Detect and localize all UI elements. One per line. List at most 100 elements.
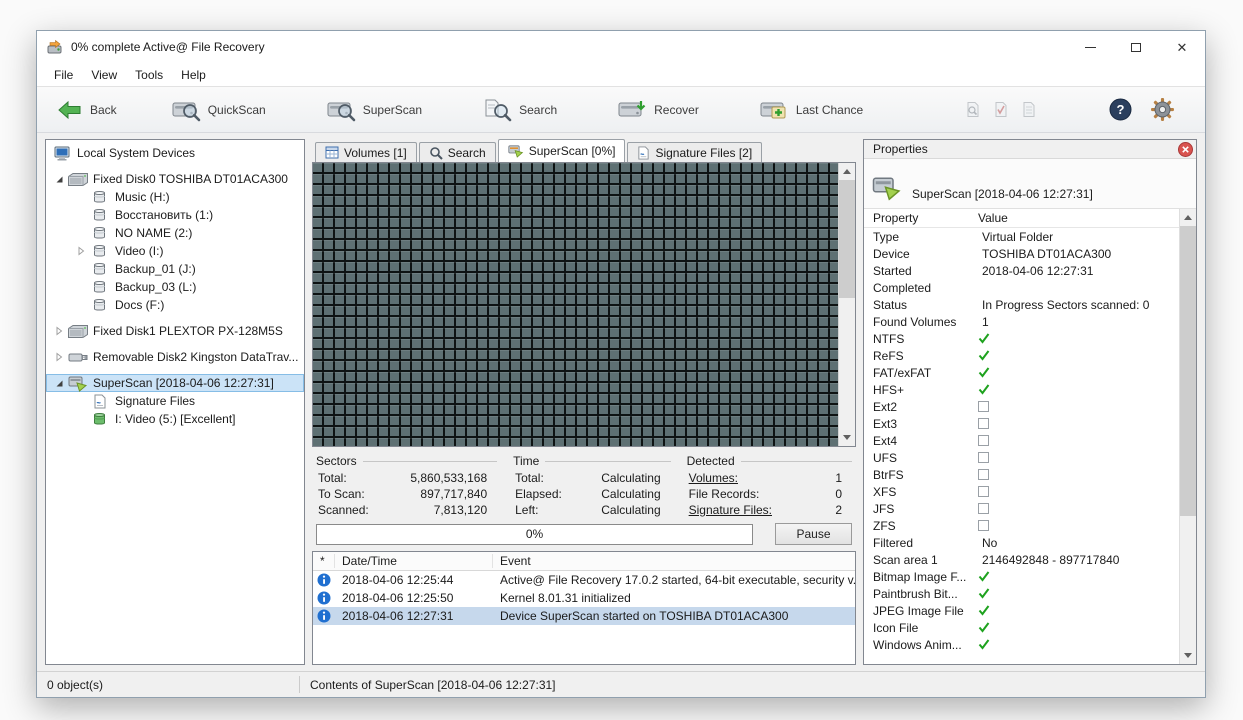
menu-file[interactable]: File	[45, 65, 82, 85]
property-row[interactable]: ZFS	[864, 517, 1179, 534]
checked-icon	[978, 350, 990, 361]
property-row[interactable]: Filtered No	[864, 534, 1179, 551]
tree-item-signature-files[interactable]: Signature Files	[46, 392, 304, 410]
tree-item-music[interactable]: Music (H:)	[46, 188, 304, 206]
close-button[interactable]: ✕	[1159, 31, 1205, 63]
title-bar[interactable]: 0% complete Active@ File Recovery ✕	[37, 31, 1205, 63]
expander-expanded-icon[interactable]	[52, 378, 66, 388]
recover-button[interactable]: Recover	[611, 95, 705, 125]
tree-item-fixed-disk0[interactable]: Fixed Disk0 TOSHIBA DT01ACA300	[46, 170, 304, 188]
log-header-severity[interactable]: *	[313, 554, 335, 568]
tree-item-local-system-devices[interactable]: Local System Devices	[46, 144, 304, 162]
help-button[interactable]: ?	[1109, 98, 1132, 121]
property-row[interactable]: Windows Anim...	[864, 636, 1179, 653]
tree-item-superscan[interactable]: SuperScan [2018-04-06 12:27:31]	[46, 374, 304, 392]
property-row[interactable]: Device TOSHIBA DT01ACA300	[864, 245, 1179, 262]
property-row[interactable]: Ext4	[864, 432, 1179, 449]
scroll-thumb[interactable]	[1180, 226, 1196, 516]
minimize-button[interactable]	[1067, 31, 1113, 63]
property-row[interactable]: Paintbrush Bit...	[864, 585, 1179, 602]
tree-item-label: Fixed Disk0 TOSHIBA DT01ACA300	[89, 171, 292, 187]
property-row[interactable]: XFS	[864, 483, 1179, 500]
menu-tools[interactable]: Tools	[126, 65, 172, 85]
stat-label[interactable]: Signature Files:	[689, 502, 772, 518]
log-row[interactable]: 2018-04-06 12:27:31 Device SuperScan sta…	[313, 607, 855, 625]
tree-item-video[interactable]: Video (I:)	[46, 242, 304, 260]
search-button[interactable]: Search	[476, 95, 563, 125]
property-row[interactable]: Started 2018-04-06 12:27:31	[864, 262, 1179, 279]
tree-item-backup-01[interactable]: Backup_01 (J:)	[46, 260, 304, 278]
property-row[interactable]: Status In Progress Sectors scanned: 0	[864, 296, 1179, 313]
log-row[interactable]: 2018-04-06 12:25:50 Kernel 8.01.31 initi…	[313, 589, 855, 607]
maximize-button[interactable]	[1113, 31, 1159, 63]
property-row[interactable]: Bitmap Image F...	[864, 568, 1179, 585]
tree-item-removable-disk2[interactable]: Removable Disk2 Kingston DataTrav...	[46, 348, 304, 366]
volume-icon	[88, 262, 111, 276]
scroll-down-icon[interactable]	[839, 429, 855, 446]
quickscan-button[interactable]: QuickScan	[165, 95, 272, 125]
property-row[interactable]: FAT/exFAT	[864, 364, 1179, 381]
tree-item-docs[interactable]: Docs (F:)	[46, 296, 304, 314]
stat-row: Left: Calculating	[513, 502, 671, 518]
expander-expanded-icon[interactable]	[52, 174, 66, 184]
property-row[interactable]: ReFS	[864, 347, 1179, 364]
expander-collapsed-icon[interactable]	[52, 326, 66, 336]
property-name: FAT/exFAT	[864, 366, 972, 380]
property-row[interactable]: HFS+	[864, 381, 1179, 398]
scroll-track[interactable]	[839, 298, 855, 429]
pause-button[interactable]: Pause	[775, 523, 852, 545]
property-row[interactable]: UFS	[864, 449, 1179, 466]
superscan-button[interactable]: SuperScan	[320, 95, 428, 125]
properties-scrollbar[interactable]	[1179, 209, 1196, 664]
toolbar-small-button-1[interactable]	[965, 101, 981, 118]
log-header-datetime[interactable]: Date/Time	[335, 554, 493, 568]
tab-superscan[interactable]: SuperScan [0%]	[498, 139, 626, 162]
settings-button[interactable]	[1150, 97, 1175, 122]
doc2-icon	[993, 101, 1009, 118]
scroll-track[interactable]	[1180, 516, 1196, 647]
toolbar-button-label: Search	[519, 103, 557, 117]
property-value: No	[982, 536, 997, 550]
tree-item-label: NO NAME (2:)	[111, 225, 196, 241]
last-chance-button[interactable]: Last Chance	[753, 95, 869, 125]
scroll-up-icon[interactable]	[839, 163, 855, 180]
tree-item-video-5-excellent[interactable]: I: Video (5:) [Excellent]	[46, 410, 304, 428]
menu-help[interactable]: Help	[172, 65, 215, 85]
property-row[interactable]: Completed	[864, 279, 1179, 296]
tab-search[interactable]: Search	[419, 142, 496, 162]
expander-collapsed-icon[interactable]	[52, 352, 66, 362]
property-row[interactable]: JFS	[864, 500, 1179, 517]
progress-row: 0% Pause	[312, 521, 856, 551]
property-row[interactable]: BtrFS	[864, 466, 1179, 483]
property-row[interactable]: Icon File	[864, 619, 1179, 636]
property-column-header[interactable]: Property	[864, 211, 972, 225]
log-header-event[interactable]: Event	[493, 554, 855, 568]
tree-item-fixed-disk1[interactable]: Fixed Disk1 PLEXTOR PX-128M5S	[46, 322, 304, 340]
tab-signature-files[interactable]: Signature Files [2]	[627, 142, 762, 162]
property-row[interactable]: NTFS	[864, 330, 1179, 347]
property-row[interactable]: Ext3	[864, 415, 1179, 432]
property-row[interactable]: Found Volumes 1	[864, 313, 1179, 330]
tree-item-no-name[interactable]: NO NAME (2:)	[46, 224, 304, 242]
scan-scrollbar[interactable]	[838, 163, 855, 446]
value-column-header[interactable]: Value	[972, 211, 1179, 225]
scroll-up-icon[interactable]	[1180, 209, 1196, 226]
toolbar-small-button-2[interactable]	[993, 101, 1009, 118]
tree-item-backup-03[interactable]: Backup_03 (L:)	[46, 278, 304, 296]
expander-collapsed-icon[interactable]	[74, 246, 88, 256]
scroll-thumb[interactable]	[839, 180, 855, 298]
property-row[interactable]: Type Virtual Folder	[864, 228, 1179, 245]
log-row[interactable]: 2018-04-06 12:25:44 Active@ File Recover…	[313, 571, 855, 589]
tab-volumes[interactable]: Volumes [1]	[315, 142, 417, 162]
menu-view[interactable]: View	[82, 65, 126, 85]
toolbar-small-button-3[interactable]	[1021, 101, 1037, 118]
tab-label: Signature Files [2]	[655, 146, 752, 160]
scroll-down-icon[interactable]	[1180, 647, 1196, 664]
property-row[interactable]: Scan area 1 2146492848 - 897717840	[864, 551, 1179, 568]
tree-item-vosstanovit[interactable]: Восстановить (1:)	[46, 206, 304, 224]
back-button[interactable]: Back	[51, 96, 123, 124]
property-row[interactable]: JPEG Image File	[864, 602, 1179, 619]
close-properties-icon[interactable]	[1178, 142, 1193, 157]
property-row[interactable]: Ext2	[864, 398, 1179, 415]
stat-label[interactable]: Volumes:	[689, 470, 738, 486]
